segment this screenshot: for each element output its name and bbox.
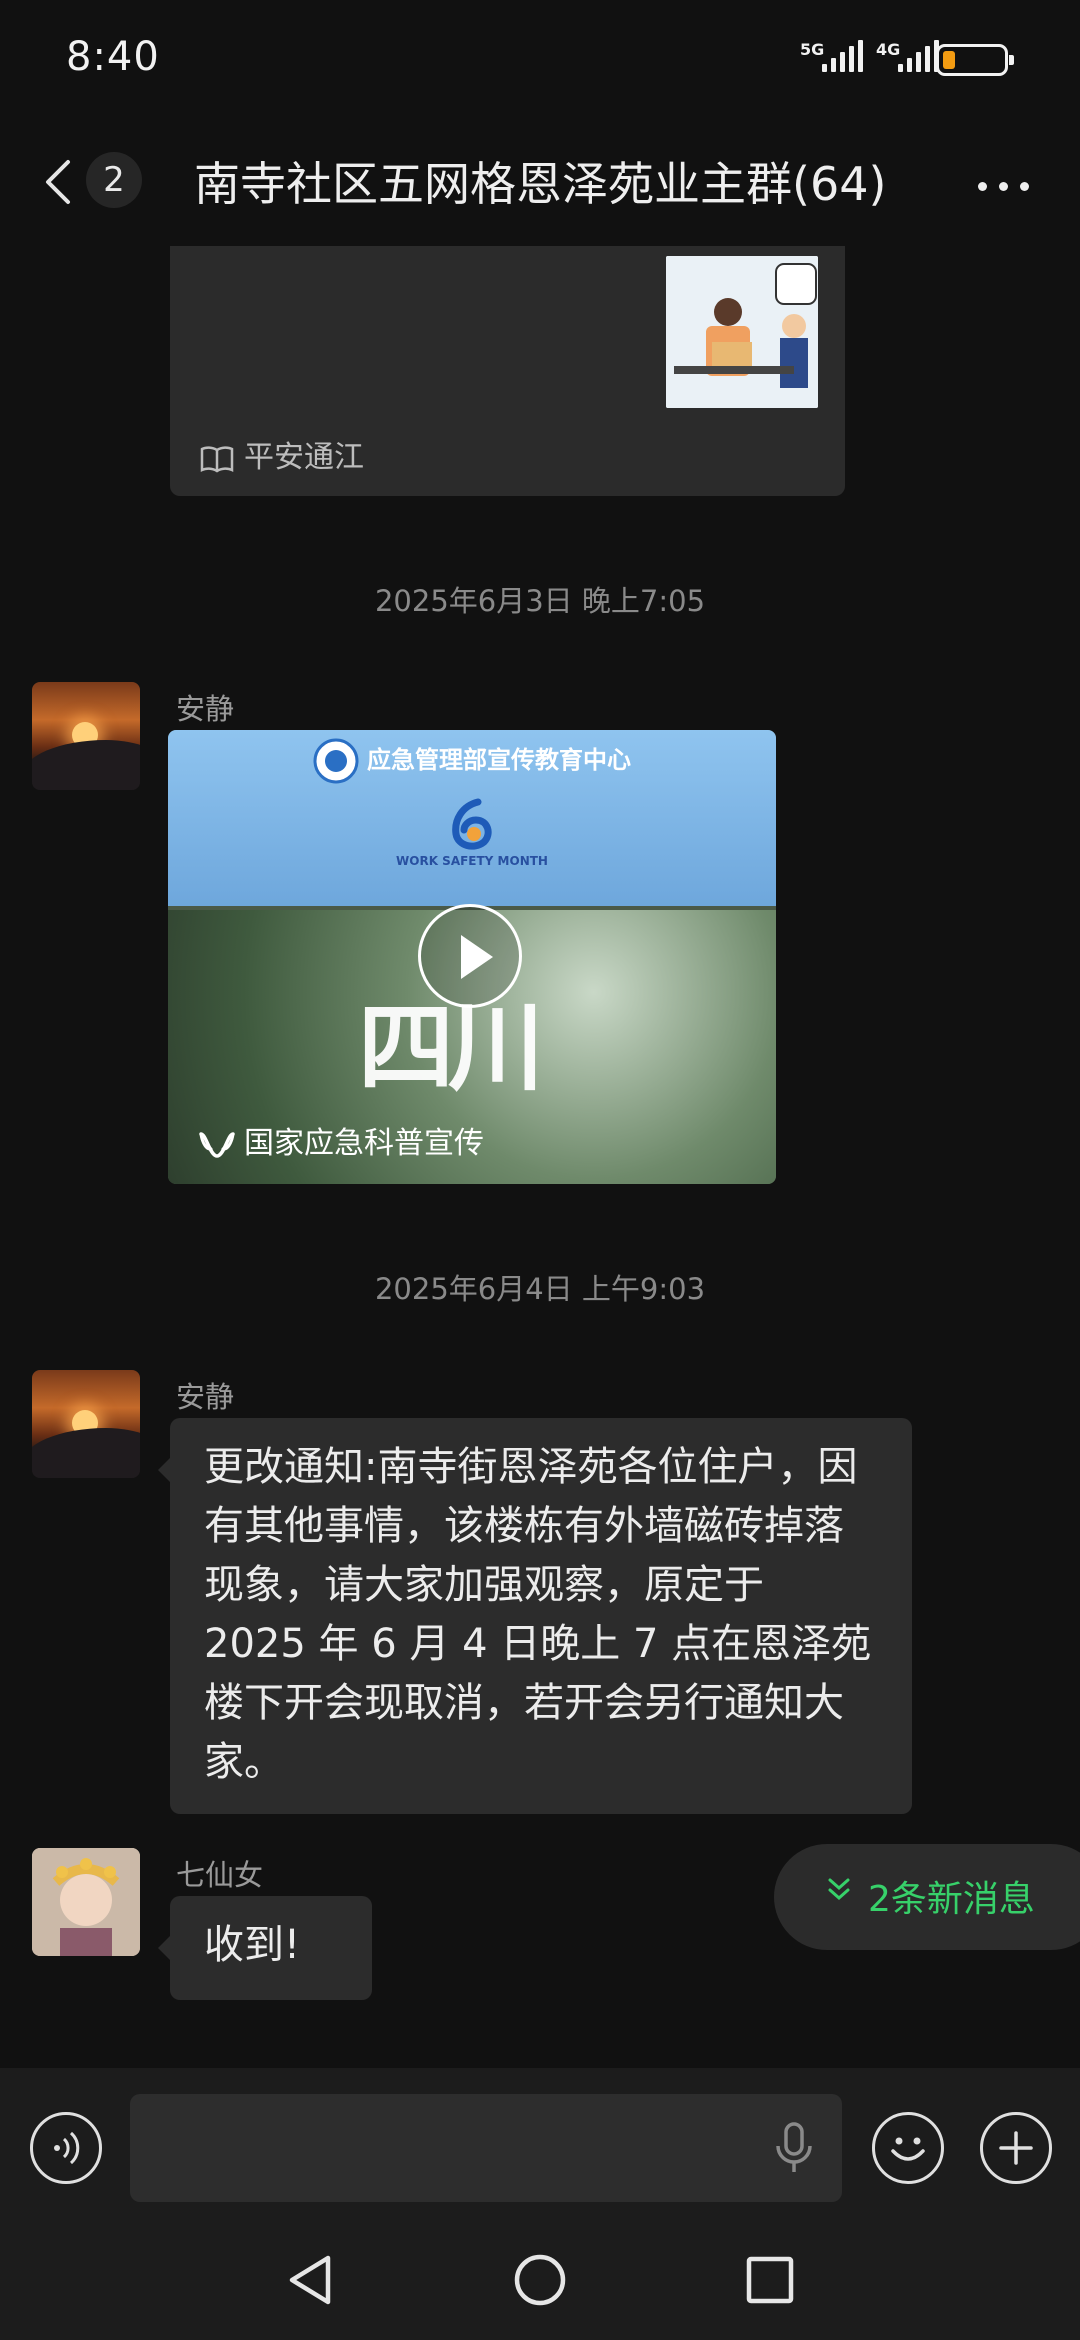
plus-icon [999, 2131, 1033, 2165]
safety-month-logo [448, 798, 496, 852]
more-button[interactable] [978, 176, 1041, 195]
mic-icon [776, 2122, 812, 2172]
message-bubble[interactable]: 更改通知:南寺街恩泽苑各位住户，因有其他事情，该楼栋有外墙磁砖掉落现象，请大家加… [170, 1418, 912, 1814]
network-4g-label: 4G [876, 40, 901, 59]
message-input[interactable] [130, 2094, 842, 2202]
voice-icon [54, 2131, 80, 2165]
triangle-back-icon [289, 2255, 331, 2305]
card-source: 平安通江 [200, 432, 364, 476]
video-source-label: 国家应急科普宣传 [244, 1126, 484, 1161]
status-time: 8:40 [66, 34, 160, 80]
square-recent-icon [746, 2256, 794, 2304]
new-messages-button[interactable]: 2条新消息 [774, 1844, 1080, 1950]
add-button[interactable] [980, 2112, 1052, 2184]
timestamp: 2025年6月4日 上午9:03 [374, 1272, 706, 1306]
shared-article-card[interactable]: 平安通江 [170, 246, 845, 496]
nav-back-button[interactable] [284, 2252, 336, 2312]
message-text: 收到! [204, 1922, 301, 1968]
new-messages-label: 2条新消息 [868, 1879, 1035, 1920]
back-button[interactable] [38, 156, 78, 208]
signal-5g-icon: 5G [798, 38, 863, 78]
sender-name: 七仙女 [176, 1858, 264, 1892]
nav-home-button[interactable] [512, 2252, 568, 2312]
emoji-icon [891, 2137, 925, 2161]
avatar[interactable] [32, 1848, 140, 1956]
sender-name: 安静 [176, 1380, 235, 1414]
video-source: 国家应急科普宣传 [198, 1118, 484, 1162]
emoji-button[interactable] [872, 2112, 944, 2184]
book-icon [200, 445, 234, 472]
emblem-icon [313, 738, 359, 784]
video-channel-icon [199, 1131, 235, 1158]
voice-button[interactable] [30, 2112, 102, 2184]
avatar[interactable] [32, 682, 140, 790]
chat-title[interactable]: 南寺社区五网格恩泽苑业主群(64) [194, 148, 886, 214]
message-text: 更改通知:南寺街恩泽苑各位住户，因有其他事情，该楼栋有外墙磁砖掉落现象，请大家加… [204, 1444, 872, 1785]
double-chevron-down-icon [828, 1878, 850, 1901]
nav-recent-button[interactable] [744, 2254, 796, 2310]
video-subheader: WORK SAFETY MONTH [396, 854, 548, 868]
sender-name: 安静 [176, 692, 235, 726]
video-header-text: 应急管理部宣传教育中心 [168, 738, 776, 784]
video-calligraphy: 四川 [358, 991, 544, 1104]
timestamp: 2025年6月3日 晚上7:05 [374, 584, 706, 618]
message-bubble[interactable]: 收到! [170, 1896, 372, 2000]
network-5g-label: 5G [800, 40, 825, 59]
article-thumbnail [666, 256, 818, 408]
mic-button[interactable] [772, 2120, 816, 2176]
unread-count-badge[interactable]: 2 [86, 152, 142, 208]
chevron-left-icon [46, 160, 70, 204]
signal-4g-icon: 4G [874, 38, 939, 78]
battery-icon [936, 44, 1014, 76]
more-dots-icon [978, 176, 1041, 195]
bubble-tail [158, 1936, 170, 1960]
video-message[interactable]: 应急管理部宣传教育中心 WORK SAFETY MONTH 四川 国家应急科普宣… [168, 730, 776, 1184]
bubble-tail [158, 1458, 170, 1482]
avatar[interactable] [32, 1370, 140, 1478]
circle-home-icon [514, 2254, 566, 2306]
card-source-label: 平安通江 [244, 440, 364, 475]
